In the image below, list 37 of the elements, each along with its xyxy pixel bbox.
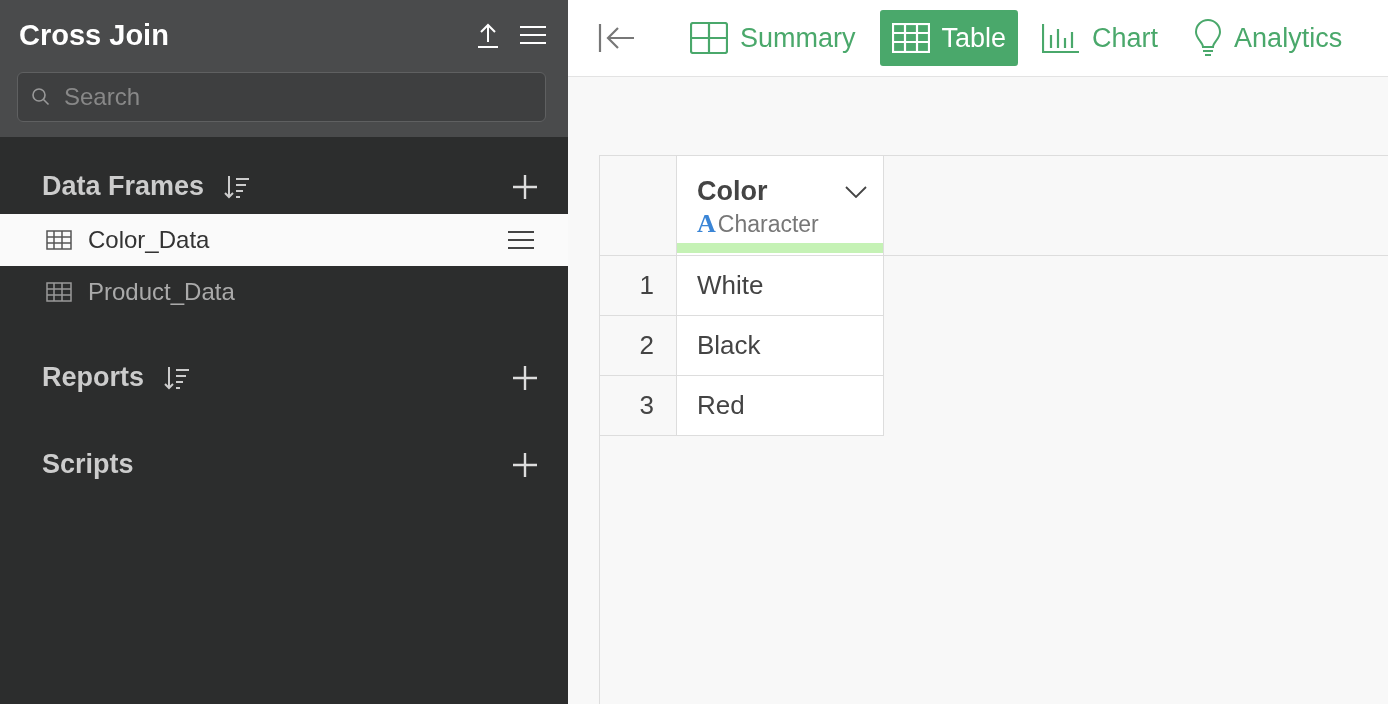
upload-icon[interactable]	[476, 22, 500, 48]
section-title: Scripts	[42, 449, 134, 480]
sort-icon[interactable]	[164, 365, 190, 390]
table-cell: Red	[677, 376, 884, 436]
table-icon	[46, 282, 72, 302]
search-field[interactable]: Search	[17, 72, 546, 122]
sort-icon[interactable]	[224, 174, 251, 199]
character-type-icon: A	[697, 209, 716, 239]
column-name: Color	[697, 176, 768, 207]
lightbulb-icon	[1194, 19, 1223, 57]
collapse-sidebar-icon[interactable]	[598, 23, 636, 53]
project-title: Cross Join	[18, 18, 170, 52]
column-type: Character	[717, 211, 819, 238]
view-tab[interactable]: Analytics	[1182, 10, 1355, 66]
section-title: Reports	[42, 362, 144, 393]
table-cell: Black	[677, 316, 884, 376]
view-tab[interactable]: Table	[879, 10, 1019, 66]
row-number: 3	[600, 376, 677, 436]
row-number: 1	[600, 256, 677, 316]
add-icon[interactable]	[513, 365, 537, 390]
table-icon	[891, 23, 930, 53]
add-icon[interactable]	[513, 452, 537, 477]
table-cell: White	[677, 256, 884, 316]
column-header[interactable]: Color ACharacter	[677, 156, 884, 255]
data-frame-item[interactable]: Color_Data	[0, 214, 568, 266]
view-tab[interactable]: Chart	[1030, 10, 1171, 66]
view-tab[interactable]: Summary	[678, 10, 868, 66]
chevron-down-icon[interactable]	[845, 185, 867, 198]
section-title: Data Frames	[42, 171, 205, 202]
search-icon	[32, 88, 50, 106]
bar-chart-icon	[1042, 23, 1081, 53]
data-frame-item[interactable]: Product_Data	[0, 266, 568, 318]
row-number: 2	[600, 316, 677, 376]
grid-icon	[690, 22, 728, 54]
add-icon[interactable]	[513, 174, 537, 199]
menu-icon[interactable]	[508, 230, 534, 250]
table-icon	[46, 230, 72, 250]
